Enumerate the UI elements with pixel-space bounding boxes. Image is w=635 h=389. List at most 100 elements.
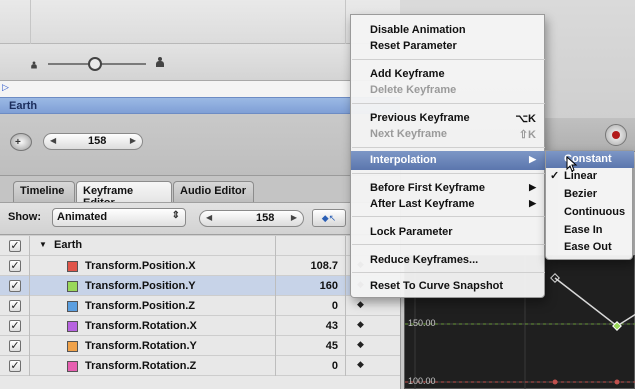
menu-item-label: Reduce Keyframes... — [370, 254, 479, 266]
param-value[interactable]: 45 — [326, 340, 338, 352]
menu-item-label: After Last Keyframe — [370, 198, 475, 210]
param-name: Transform.Rotation.X — [85, 320, 197, 332]
zoom-slider-row — [0, 44, 400, 80]
enable-checkbox[interactable]: ✓ — [9, 300, 21, 312]
timeline-header — [0, 0, 400, 44]
menu-item-label: Reset Parameter — [370, 40, 457, 52]
param-color-swatch — [67, 341, 78, 352]
stepper-right-arrow-icon[interactable]: ▶ — [291, 213, 297, 222]
keyframe-diamond-icon[interactable]: ◆ — [357, 359, 364, 370]
menu-item-label: Disable Animation — [370, 24, 466, 36]
tab-timeline[interactable]: Timeline — [13, 181, 75, 202]
record-button[interactable] — [605, 124, 627, 146]
submenu-item-ease-in[interactable]: Ease In — [546, 222, 634, 239]
submenu-item-label: Bezier — [564, 188, 598, 200]
submenu-item-ease-out[interactable]: Ease Out — [546, 239, 634, 256]
enable-checkbox[interactable]: ✓ — [9, 360, 21, 372]
show-select[interactable]: Animated ⇕ — [52, 208, 186, 227]
param-color-swatch — [67, 261, 78, 272]
track-name: Earth — [9, 100, 38, 112]
menu-item-label: Interpolation — [370, 154, 437, 166]
zoom-out-icon[interactable] — [31, 61, 37, 69]
submenu-arrow-icon: ▶ — [529, 198, 536, 208]
time-ruler[interactable] — [0, 80, 400, 97]
parameter-list: ✓ ▼ Earth ✓ Transform.Position.X 108.7 ◆… — [0, 236, 400, 389]
menu-item-label: Before First Keyframe — [370, 182, 485, 194]
param-row[interactable]: ✓ Transform.Rotation.Y 45 ◆ — [0, 336, 400, 356]
param-row[interactable]: ✓ Transform.Position.X 108.7 ◆ — [0, 256, 400, 276]
param-row[interactable]: ✓ Transform.Position.Z 0 ◆ — [0, 296, 400, 316]
keyframe-diamond-icon[interactable]: ◆ — [357, 319, 364, 330]
enable-checkbox[interactable]: ✓ — [9, 340, 21, 352]
menu-item-label: Add Keyframe — [370, 68, 445, 80]
graph-value-label: 150.00 — [408, 318, 436, 328]
checkmark-icon: ✓ — [550, 170, 560, 182]
menu-item-reduce-keyframes[interactable]: Reduce Keyframes... — [351, 251, 546, 270]
shortcut-label: ⌥K — [515, 113, 536, 125]
keyframe-diamond-icon[interactable]: ◆ — [357, 339, 364, 350]
menu-item-delete-keyframe: Delete Keyframe — [351, 81, 546, 100]
stepper-left-arrow-icon[interactable]: ◀ — [206, 213, 212, 222]
keyframe-navigator-icon[interactable]: + — [10, 133, 32, 151]
submenu-item-continuous[interactable]: Continuous — [546, 204, 634, 221]
param-name: Transform.Position.X — [85, 260, 196, 272]
param-color-swatch — [67, 301, 78, 312]
chevron-updown-icon: ⇕ — [171, 210, 180, 221]
menu-item-after-last-keyframe[interactable]: After Last Keyframe ▶ — [351, 195, 546, 214]
keyframe-tool-button[interactable]: ◆↖ — [312, 209, 346, 227]
menu-item-label: Next Keyframe — [370, 128, 448, 140]
param-color-swatch — [67, 321, 78, 332]
context-menu: Disable Animation Reset Parameter Add Ke… — [350, 14, 546, 298]
param-row[interactable]: ✓ Transform.Rotation.X 43 ◆ — [0, 316, 400, 336]
submenu-item-label: Continuous — [564, 206, 626, 218]
param-name: Transform.Position.Z — [85, 300, 196, 312]
frame-stepper[interactable]: ◀ 158 ▶ — [199, 210, 304, 227]
track-bar[interactable]: Earth — [0, 97, 400, 114]
param-name: Transform.Rotation.Z — [85, 360, 197, 372]
param-value[interactable]: 160 — [320, 280, 338, 292]
param-row[interactable]: ✓ Transform.Rotation.Z 0 ◆ — [0, 356, 400, 376]
menu-item-label: Reset To Curve Snapshot — [370, 280, 504, 292]
show-select-value: Animated — [57, 211, 108, 223]
current-frame-stepper[interactable]: ◀ 158 ▶ — [43, 133, 143, 150]
param-name: Transform.Rotation.Y — [85, 340, 197, 352]
group-row[interactable]: ✓ ▼ Earth — [0, 236, 400, 256]
submenu-item-label: Ease In — [564, 224, 603, 236]
shortcut-label: ⇧K — [518, 129, 536, 141]
param-color-swatch — [67, 281, 78, 292]
menu-item-reset-parameter[interactable]: Reset Parameter — [351, 37, 546, 56]
param-value[interactable]: 0 — [332, 360, 338, 372]
mouse-cursor-icon — [566, 156, 578, 172]
param-color-swatch — [67, 361, 78, 372]
enable-checkbox[interactable]: ✓ — [9, 280, 21, 292]
zoom-in-icon[interactable] — [156, 57, 164, 67]
submenu-item-label: Ease Out — [564, 241, 612, 253]
menu-item-reset-curve-snapshot[interactable]: Reset To Curve Snapshot — [351, 277, 546, 296]
param-value[interactable]: 108.7 — [310, 260, 338, 272]
param-value[interactable]: 43 — [326, 320, 338, 332]
submenu-item-constant[interactable]: Constant — [546, 151, 634, 168]
menu-item-label: Lock Parameter — [370, 226, 453, 238]
playhead-icon[interactable]: ▷ — [2, 82, 9, 93]
submenu-item-linear[interactable]: ✓ Linear — [546, 168, 634, 185]
menu-item-interpolation[interactable]: Interpolation ▶ — [351, 151, 546, 170]
enable-checkbox[interactable]: ✓ — [9, 260, 21, 272]
keyframe-diamond-icon[interactable]: ◆ — [357, 299, 364, 310]
zoom-slider-thumb[interactable] — [88, 57, 102, 71]
disclosure-triangle-icon[interactable]: ▼ — [39, 240, 47, 249]
submenu-item-bezier[interactable]: Bezier — [546, 186, 634, 203]
submenu-arrow-icon: ▶ — [529, 154, 536, 164]
current-frame-value[interactable]: 158 — [88, 135, 106, 147]
menu-item-lock-parameter[interactable]: Lock Parameter — [351, 223, 546, 242]
enable-checkbox[interactable]: ✓ — [9, 240, 21, 252]
stepper-right-arrow-icon[interactable]: ▶ — [130, 136, 136, 145]
tab-audio-editor[interactable]: Audio Editor — [173, 181, 254, 202]
frame-value[interactable]: 158 — [256, 212, 274, 224]
enable-checkbox[interactable]: ✓ — [9, 320, 21, 332]
menu-item-label: Previous Keyframe — [370, 112, 470, 124]
param-value[interactable]: 0 — [332, 300, 338, 312]
param-row-selected[interactable]: ✓ Transform.Position.Y 160 ◆ — [0, 276, 400, 296]
show-label: Show: — [8, 211, 41, 223]
tab-keyframe-editor[interactable]: Keyframe Editor — [76, 181, 172, 209]
stepper-left-arrow-icon[interactable]: ◀ — [50, 136, 56, 145]
